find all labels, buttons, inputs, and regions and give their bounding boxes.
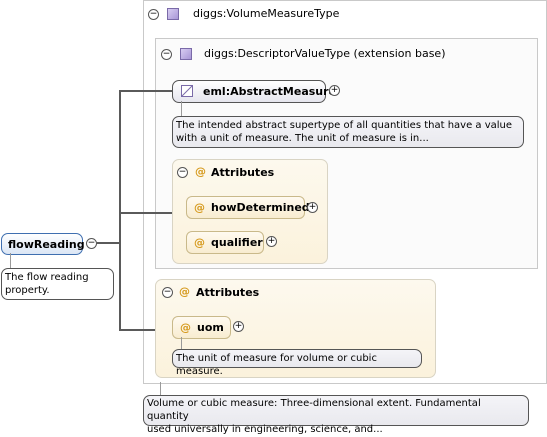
- abstract-measure-element[interactable]: eml:AbstractMeasure: [172, 80, 336, 103]
- root-doc-connector: [10, 253, 11, 268]
- flowreading-element[interactable]: flowReading: [1, 233, 85, 255]
- uom-doc-connector: [181, 337, 182, 349]
- expand-uom-toggle[interactable]: +: [233, 321, 244, 332]
- flowreading-doc-line: property.: [5, 285, 50, 296]
- attribute-icon: @: [195, 165, 206, 178]
- abstract-doc-connector: [181, 101, 182, 116]
- connector-trunk: [119, 90, 121, 331]
- inner-attributes-title: Attributes: [211, 166, 275, 179]
- abstract-measure-doc: The intended abstract supertype of all q…: [172, 116, 524, 148]
- attribute-name: qualifier: [211, 236, 263, 249]
- connector-to-outer-attributes: [119, 329, 155, 331]
- abstract-measure-label: eml:AbstractMeasure: [203, 85, 337, 98]
- complex-type-icon: [180, 48, 192, 60]
- attribute-icon: @: [194, 201, 205, 214]
- base-name: diggs:DescriptorValueType (extension bas…: [204, 47, 446, 60]
- expand-howdetermined-toggle[interactable]: +: [307, 202, 318, 213]
- attribute-howdetermined[interactable]: @ howDetermined: [186, 196, 310, 219]
- expand-abstract-toggle[interactable]: +: [329, 85, 340, 96]
- connector-to-inner-attributes: [119, 212, 172, 214]
- attribute-icon: @: [180, 321, 191, 334]
- uom-doc: The unit of measure for volume or cubic …: [172, 349, 422, 377]
- collapse-type-toggle[interactable]: −: [148, 9, 159, 20]
- flowreading-label: flowReading: [8, 238, 85, 251]
- connector-root-to-trunk: [97, 242, 121, 244]
- collapse-base-toggle[interactable]: −: [161, 49, 172, 60]
- collapse-outer-attributes-toggle[interactable]: −: [162, 287, 173, 298]
- attribute-icon: @: [194, 236, 205, 249]
- volume-measure-type-doc: Volume or cubic measure: Three-dimension…: [143, 395, 529, 435]
- attribute-icon: @: [179, 285, 190, 298]
- attribute-qualifier[interactable]: @ qualifier: [186, 231, 264, 254]
- flowreading-doc: The flow reading property.: [1, 268, 114, 300]
- type-doc-connector: [160, 382, 161, 395]
- connector-to-abstract: [119, 90, 172, 92]
- type-name: diggs:VolumeMeasureType: [193, 7, 340, 20]
- attribute-name: uom: [197, 321, 224, 334]
- abstract-element-icon: [181, 85, 193, 97]
- type-doc-line: Volume or cubic measure: Three-dimension…: [147, 398, 481, 422]
- uom-doc-line: The unit of measure for volume or cubic …: [176, 353, 377, 377]
- collapse-inner-attributes-toggle[interactable]: −: [177, 167, 188, 178]
- flowreading-doc-line: The flow reading: [5, 272, 89, 283]
- abstract-doc-line: The intended abstract supertype of all q…: [176, 120, 513, 131]
- outer-attributes-title: Attributes: [196, 286, 260, 299]
- complex-type-icon: [167, 8, 179, 20]
- attribute-name: howDetermined: [211, 201, 310, 214]
- expand-qualifier-toggle[interactable]: +: [266, 236, 277, 247]
- abstract-doc-line: with a unit of measure. The unit of meas…: [176, 133, 429, 144]
- attribute-uom[interactable]: @ uom: [172, 316, 231, 339]
- collapse-flowreading-toggle[interactable]: −: [86, 238, 97, 249]
